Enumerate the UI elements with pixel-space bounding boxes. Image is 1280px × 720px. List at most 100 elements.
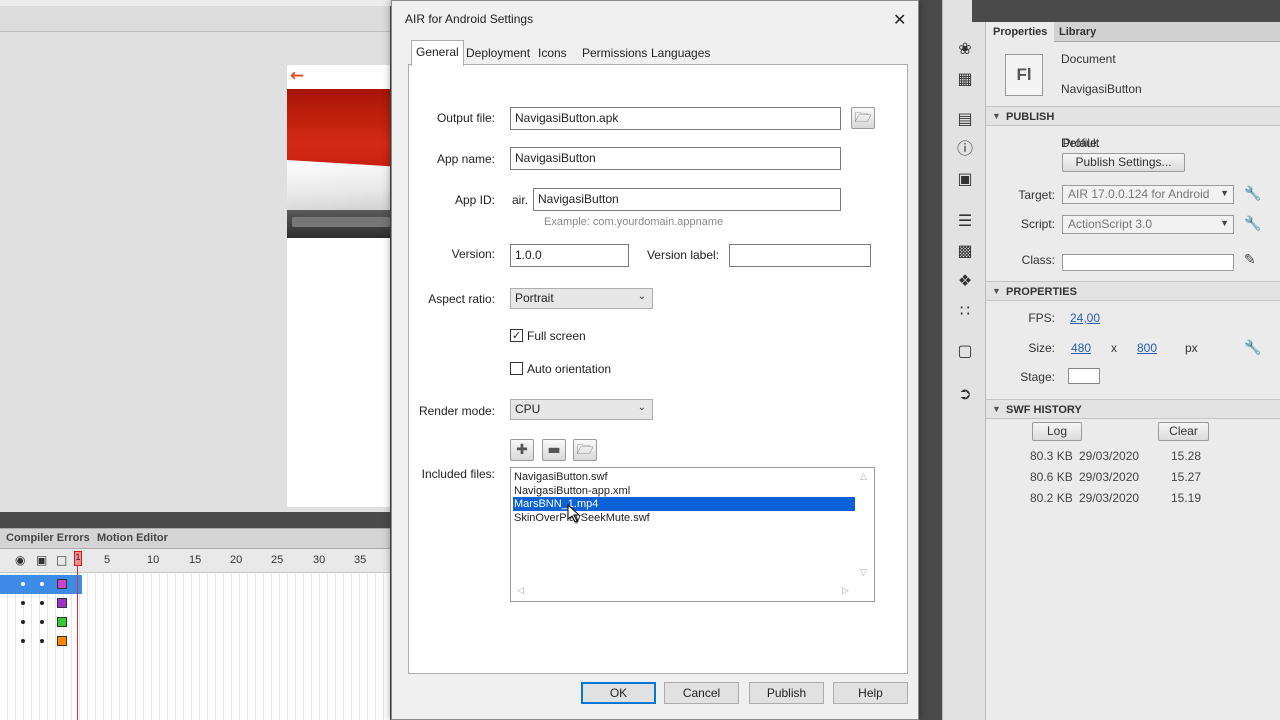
output-file-input[interactable]: NavigasiButton.apk xyxy=(510,107,841,130)
history-date: 29/03/2020 xyxy=(1079,491,1140,505)
components-icon[interactable]: ❖ xyxy=(954,270,976,292)
tab-icons[interactable]: Icons xyxy=(534,44,571,65)
chevron-down-icon: ⌄ xyxy=(637,291,646,302)
auto-orientation-checkbox[interactable] xyxy=(510,362,523,375)
aspect-ratio-label: Aspect ratio: xyxy=(428,292,495,306)
app-id-prefix: air. xyxy=(512,193,529,207)
eye-icon[interactable]: ◉ xyxy=(15,553,25,567)
tab-deployment[interactable]: Deployment xyxy=(462,44,534,65)
tab-motion-editor[interactable]: Motion Editor xyxy=(97,532,168,544)
section-properties[interactable]: ▼ PROPERTIES xyxy=(986,281,1280,301)
plus-icon[interactable]: ✚ xyxy=(510,439,534,461)
collapse-icon: ▼ xyxy=(992,111,1001,121)
section-swf-history[interactable]: ▼ SWF HISTORY xyxy=(986,399,1280,419)
scroll-left-icon[interactable]: ◁ xyxy=(517,586,524,596)
playhead[interactable]: 1 xyxy=(74,551,82,720)
pencil-icon[interactable]: ✎ xyxy=(1244,252,1256,268)
color-icon[interactable]: ❀ xyxy=(954,38,976,60)
section-publish[interactable]: ▼ PUBLISH xyxy=(986,106,1280,126)
list-item[interactable]: SkinOverPlaySeekMute.swf xyxy=(513,511,855,525)
debug-icon[interactable]: ➲ xyxy=(954,383,976,405)
aspect-ratio-value: Portrait xyxy=(515,291,554,305)
swatches-icon[interactable]: ▦ xyxy=(954,68,976,90)
collapse-icon: ▼ xyxy=(992,404,1001,414)
wrench-icon[interactable]: 🔧 xyxy=(1244,340,1261,356)
auto-orientation-label[interactable]: Auto orientation xyxy=(527,362,611,376)
properties-tabbar: Properties Library xyxy=(986,22,1280,42)
timeline-frames[interactable] xyxy=(0,573,390,720)
tab-properties[interactable]: Properties xyxy=(986,22,1055,42)
stage-color-swatch[interactable] xyxy=(1068,368,1100,384)
info-icon[interactable]: ⓘ xyxy=(954,138,976,160)
history-row: 80.2 KB 29/03/2020 15.19 xyxy=(1030,491,1270,505)
tab-library[interactable]: Library xyxy=(1052,22,1103,42)
wrench-icon[interactable]: 🔧 xyxy=(1244,186,1261,202)
target-select[interactable]: AIR 17.0.0.124 for Android ▼ xyxy=(1062,185,1234,204)
class-input[interactable] xyxy=(1062,254,1234,271)
dialog-tabs: General Deployment Icons Permissions Lan… xyxy=(408,40,908,66)
layer-color xyxy=(57,579,67,589)
list-item-selected[interactable]: MarsBNN_1.mp4 xyxy=(513,497,855,511)
script-select[interactable]: ActionScript 3.0 ▼ xyxy=(1062,215,1234,234)
wrench-icon[interactable]: 🔧 xyxy=(1244,216,1261,232)
edit-bar xyxy=(0,6,390,32)
doc-type: Document xyxy=(1061,52,1116,66)
version-label-input[interactable] xyxy=(729,244,871,267)
tab-general[interactable]: General xyxy=(411,40,464,66)
lock-icon[interactable]: ▣ xyxy=(36,553,47,567)
mouse-cursor-icon xyxy=(567,503,581,523)
chevron-down-icon: ⌄ xyxy=(637,402,646,413)
tab-languages[interactable]: Languages xyxy=(647,44,714,65)
render-mode-select[interactable]: CPU ⌄ xyxy=(510,399,653,420)
log-button[interactable]: Log xyxy=(1032,422,1082,441)
cancel-button[interactable]: Cancel xyxy=(664,682,739,704)
list-item[interactable]: NavigasiButton.swf xyxy=(513,470,855,484)
size-height[interactable]: 800 xyxy=(1137,341,1157,355)
folder-add-icon[interactable]: 🗁 xyxy=(573,439,597,461)
fps-value[interactable]: 24,00 xyxy=(1070,311,1100,325)
publish-settings-button[interactable]: Publish Settings... xyxy=(1062,153,1185,172)
scroll-up-icon[interactable]: △ xyxy=(860,472,867,482)
flag-image-red xyxy=(287,89,390,167)
aspect-ratio-select[interactable]: Portrait ⌄ xyxy=(510,288,653,309)
close-icon[interactable]: ✕ xyxy=(893,10,906,29)
history-date: 29/03/2020 xyxy=(1079,449,1140,463)
history-time: 15.19 xyxy=(1171,491,1202,505)
help-button[interactable]: Help xyxy=(833,682,908,704)
tab-compiler-errors[interactable]: Compiler Errors xyxy=(6,532,90,544)
scroll-down-icon[interactable]: ▽ xyxy=(860,568,867,578)
size-x: x xyxy=(1111,341,1117,355)
size-width[interactable]: 480 xyxy=(1071,341,1091,355)
layer-row[interactable] xyxy=(0,632,82,651)
vertical-scrollbar[interactable]: △ ▽ xyxy=(856,469,874,584)
layer-row[interactable] xyxy=(0,613,82,632)
outline-icon[interactable]: □ xyxy=(56,553,67,567)
publish-button[interactable]: Publish xyxy=(749,682,824,704)
scroll-right-icon[interactable]: ▷ xyxy=(842,586,849,596)
history-date: 29/03/2020 xyxy=(1079,470,1140,484)
align-icon[interactable]: ▤ xyxy=(954,108,976,130)
layer-row[interactable] xyxy=(0,575,82,594)
tab-permissions[interactable]: Permissions xyxy=(578,44,651,65)
horizontal-scrollbar[interactable]: ◁ ▷ xyxy=(512,583,856,601)
profile-value: Default xyxy=(1061,136,1100,150)
transform-icon[interactable]: ▣ xyxy=(954,168,976,190)
full-screen-checkbox[interactable]: ✓ xyxy=(510,329,523,342)
history-size: 80.6 KB xyxy=(1030,470,1073,484)
collapse-icon: ▼ xyxy=(992,286,1001,296)
clear-button[interactable]: Clear xyxy=(1158,422,1209,441)
minus-icon[interactable]: ▬ xyxy=(542,439,566,461)
full-screen-label[interactable]: Full screen xyxy=(527,329,586,343)
ok-button[interactable]: OK xyxy=(581,682,656,704)
list-item[interactable]: NavigasiButton-app.xml xyxy=(513,484,855,498)
layer-row[interactable] xyxy=(0,594,82,613)
playhead-frame: 1 xyxy=(74,551,82,566)
app-id-input[interactable]: NavigasiButton xyxy=(533,188,841,211)
section-title: SWF HISTORY xyxy=(1006,404,1082,416)
app-name-input[interactable]: NavigasiButton xyxy=(510,147,841,170)
back-arrow-icon[interactable]: ← xyxy=(290,66,304,86)
target-label: Target: xyxy=(1018,188,1055,202)
version-input[interactable]: 1.0.0 xyxy=(510,244,629,267)
folder-icon[interactable]: 🗁 xyxy=(851,107,875,129)
render-mode-value: CPU xyxy=(515,402,541,416)
